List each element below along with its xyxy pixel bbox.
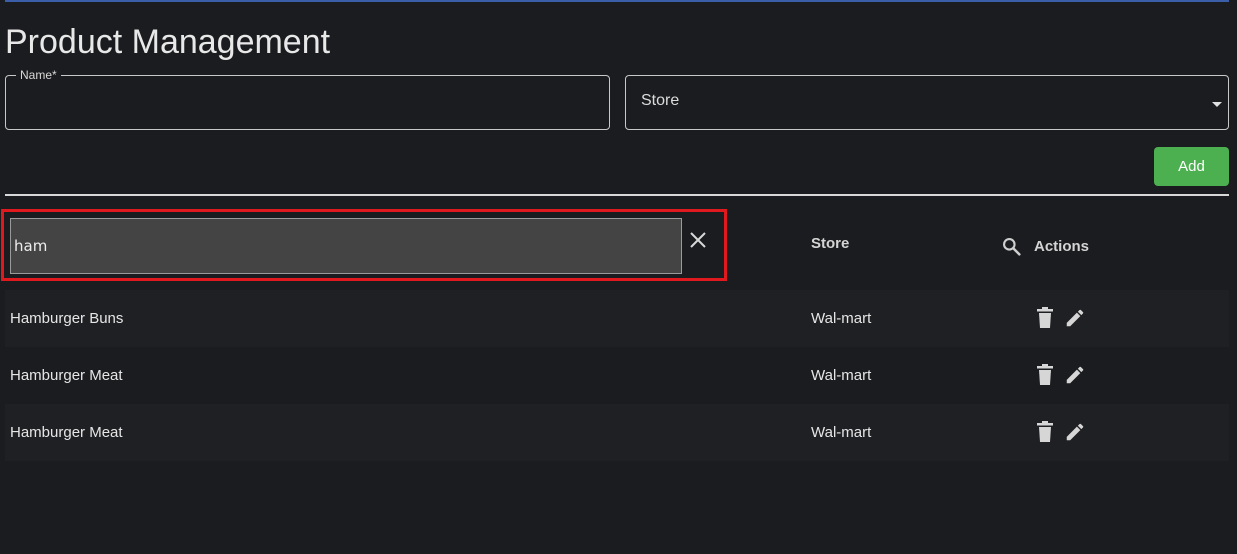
search-icon[interactable] <box>1001 236 1022 257</box>
table-row: Hamburger Meat Wal-mart <box>5 404 1229 461</box>
close-icon[interactable] <box>688 230 708 250</box>
top-accent-bar <box>5 0 1229 2</box>
trash-icon[interactable] <box>1036 364 1054 386</box>
product-name-cell: Hamburger Meat <box>10 424 123 441</box>
trash-icon[interactable] <box>1036 307 1054 329</box>
add-button[interactable]: Add <box>1154 147 1229 186</box>
table-row: Hamburger Buns Wal-mart <box>5 290 1229 347</box>
page-title: Product Management <box>5 23 331 61</box>
trash-icon[interactable] <box>1036 421 1054 443</box>
divider <box>5 194 1229 196</box>
filter-search-input[interactable] <box>14 233 664 259</box>
product-name-cell: Hamburger Buns <box>10 310 124 327</box>
pencil-icon[interactable] <box>1064 307 1086 329</box>
pencil-icon[interactable] <box>1064 364 1086 386</box>
store-select[interactable]: Store <box>625 75 1229 130</box>
filter-search-box[interactable] <box>10 218 682 274</box>
name-field-label: Name* <box>16 68 61 82</box>
product-store-cell: Wal-mart <box>811 424 872 441</box>
product-store-cell: Wal-mart <box>811 367 872 384</box>
column-header-store[interactable]: Store <box>811 235 849 252</box>
name-input[interactable] <box>20 90 599 118</box>
table-row: Hamburger Meat Wal-mart <box>5 347 1229 404</box>
caret-down-icon <box>1212 102 1222 107</box>
pencil-icon[interactable] <box>1064 421 1086 443</box>
product-name-cell: Hamburger Meat <box>10 367 123 384</box>
name-field[interactable]: Name* <box>5 68 610 130</box>
column-header-actions: Actions <box>1034 238 1090 255</box>
store-select-label: Store <box>641 92 680 109</box>
product-store-cell: Wal-mart <box>811 310 872 327</box>
